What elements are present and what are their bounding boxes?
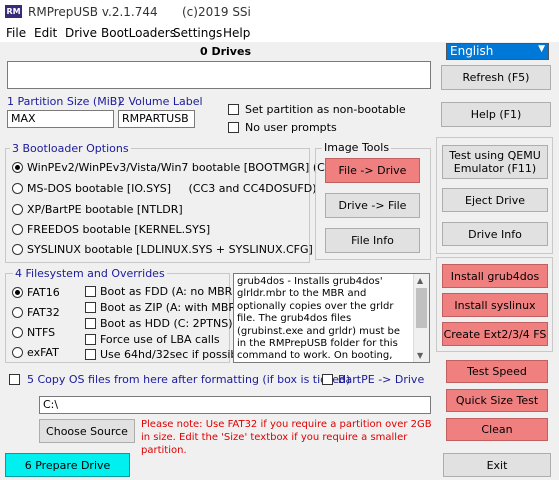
clean-button[interactable]: Clean: [446, 418, 548, 441]
fs-radio-ntfs[interactable]: [12, 327, 23, 338]
exit-button[interactable]: Exit: [443, 453, 551, 477]
language-select[interactable]: English ▼: [446, 43, 549, 60]
menu-settings[interactable]: Settings: [173, 26, 222, 40]
window-title: RMPrepUSB v.2.1.744: [28, 5, 158, 19]
copy-os-label: 5 Copy OS files from here after formatti…: [27, 373, 351, 386]
volume-label-input[interactable]: RMPARTUSB: [118, 110, 195, 128]
fs-radio-exfat[interactable]: [12, 347, 23, 358]
quick-size-test-button[interactable]: Quick Size Test: [446, 389, 548, 412]
drive-list[interactable]: [7, 61, 431, 89]
menu-bar: File Edit Drive BootLoaders Settings Hel…: [0, 24, 559, 42]
prepare-drive-button[interactable]: 6 Prepare Drive: [5, 453, 130, 477]
partition-size-input[interactable]: MAX: [7, 110, 114, 128]
override-zip-checkbox[interactable]: [85, 302, 96, 313]
override-lba-label: Force use of LBA calls: [100, 333, 220, 346]
drive-info-button[interactable]: Drive Info: [442, 222, 548, 246]
override-zip-label: Boot as ZIP (A: with MBR): [100, 301, 241, 314]
fs-radio-fat16[interactable]: [12, 287, 23, 298]
bartpe-checkbox[interactable]: [322, 374, 333, 385]
override-hdd-label: Boot as HDD (C: 2PTNS): [100, 317, 233, 330]
image-tools-title: Image Tools: [322, 141, 392, 154]
menu-file[interactable]: File: [6, 26, 26, 40]
bootloader-radio-freedos[interactable]: [12, 224, 23, 235]
scroll-up-icon[interactable]: ▲: [417, 276, 423, 285]
bootloader-radio-xp[interactable]: [12, 204, 23, 215]
fs-label-ntfs: NTFS: [27, 326, 56, 339]
source-path-input[interactable]: C:\: [39, 396, 431, 414]
bootloader-radio-winpe[interactable]: [12, 162, 23, 173]
help-button[interactable]: Help (F1): [441, 102, 551, 127]
menu-help[interactable]: Help: [223, 26, 250, 40]
bootloader-radio-syslinux[interactable]: [12, 244, 23, 255]
refresh-button[interactable]: Refresh (F5): [441, 65, 551, 90]
override-64hd-checkbox[interactable]: [85, 349, 96, 360]
drive-to-file-button[interactable]: Drive -> File: [325, 193, 420, 218]
info-text: grub4dos - Installs grub4dos' glrldr.mbr…: [237, 276, 401, 362]
file-to-drive-button[interactable]: File -> Drive: [325, 158, 420, 183]
info-scrollbar[interactable]: ▲ ▼: [413, 274, 429, 362]
menu-edit[interactable]: Edit: [34, 26, 57, 40]
bootloader-group-title: 3 Bootloader Options: [10, 142, 131, 155]
fs-radio-fat32[interactable]: [12, 307, 23, 318]
test-speed-button[interactable]: Test Speed: [446, 360, 548, 383]
override-fdd-checkbox[interactable]: [85, 286, 96, 297]
bootloader-label-msdos: MS-DOS bootable [IO.SYS] (CC3 and CC4DOS…: [27, 182, 317, 195]
filesystem-group-title: 4 Filesystem and Overrides: [13, 267, 167, 280]
override-hdd-checkbox[interactable]: [85, 318, 96, 329]
no-prompts-label: No user prompts: [245, 121, 337, 134]
menu-drive[interactable]: Drive: [65, 26, 97, 40]
test-qemu-button[interactable]: Test using QEMU Emulator (F11): [442, 145, 548, 179]
override-fdd-label: Boot as FDD (A: no MBR): [100, 285, 237, 298]
file-info-button[interactable]: File Info: [325, 228, 420, 253]
bootloader-radio-msdos[interactable]: [12, 183, 23, 194]
scroll-down-icon[interactable]: ▼: [417, 351, 423, 360]
scroll-thumb[interactable]: [416, 288, 427, 328]
non-bootable-checkbox[interactable]: [228, 104, 239, 115]
title-bar: RM RMPrepUSB v.2.1.744 (c)2019 SSi: [0, 0, 559, 24]
non-bootable-label: Set partition as non-bootable: [245, 103, 406, 116]
bootloader-label-xp: XP/BartPE bootable [NTLDR]: [27, 203, 183, 216]
app-logo-icon: RM: [5, 5, 22, 18]
volume-label-label: 2 Volume Label: [118, 95, 203, 108]
install-grub4dos-button[interactable]: Install grub4dos: [442, 264, 548, 288]
bootloader-label-winpe: WinPEv2/WinPEv3/Vista/Win7 bootable [BOO…: [27, 161, 344, 174]
info-textarea[interactable]: grub4dos - Installs grub4dos' glrldr.mbr…: [233, 273, 430, 363]
window-copyright: (c)2019 SSi: [182, 5, 251, 19]
fs-label-fat16: FAT16: [27, 286, 60, 299]
copy-os-checkbox[interactable]: [9, 374, 20, 385]
drives-header: 0 Drives: [200, 45, 251, 58]
create-ext-fs-button[interactable]: Create Ext2/3/4 FS: [442, 322, 548, 346]
override-64hd-label: Use 64hd/32sec if possible: [100, 348, 248, 361]
menu-bootloaders[interactable]: BootLoaders: [101, 26, 176, 40]
fat32-note: Please note: Use FAT32 if you require a …: [141, 419, 432, 456]
bootloader-label-freedos: FREEDOS bootable [KERNEL.SYS]: [27, 223, 211, 236]
fs-label-exfat: exFAT: [27, 346, 59, 359]
install-syslinux-button[interactable]: Install syslinux: [442, 293, 548, 317]
eject-drive-button[interactable]: Eject Drive: [442, 188, 548, 212]
bootloader-label-syslinux: SYSLINUX bootable [LDLINUX.SYS + SYSLINU…: [27, 243, 313, 256]
partition-size-label: 1 Partition Size (MiB): [7, 95, 122, 108]
choose-source-button[interactable]: Choose Source: [39, 419, 135, 443]
chevron-down-icon: ▼: [538, 44, 545, 54]
fs-label-fat32: FAT32: [27, 306, 60, 319]
override-lba-checkbox[interactable]: [85, 334, 96, 345]
no-prompts-checkbox[interactable]: [228, 122, 239, 133]
bartpe-label: BartPE -> Drive: [338, 373, 425, 386]
language-value: English: [450, 44, 494, 58]
